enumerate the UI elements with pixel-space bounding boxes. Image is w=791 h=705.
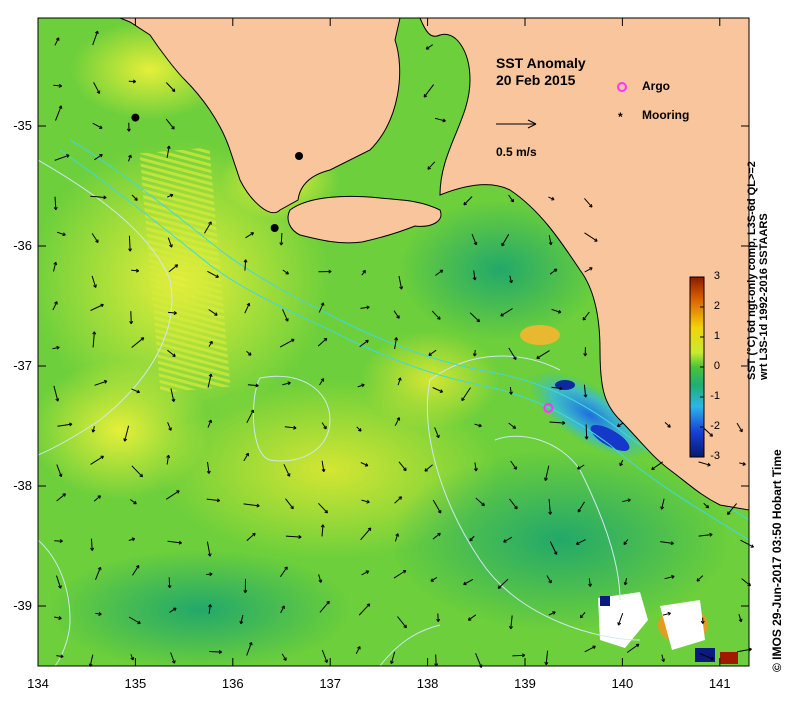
colorbar-tick-label: 1 — [706, 330, 720, 342]
colorbar-caption-line2: wrt L3S-1d 1992-2016 SSTAARS — [758, 213, 770, 380]
mooring-legend-marker: * — [618, 110, 623, 124]
vector-scale-label: 0.5 m/s — [496, 145, 537, 159]
y-tick-label: -37 — [0, 358, 32, 373]
y-tick-label: -35 — [0, 118, 32, 133]
argo-legend-label: Argo — [642, 79, 670, 93]
x-tick-label: 135 — [115, 676, 155, 691]
current-vector — [586, 424, 587, 439]
mooring-marker — [295, 152, 303, 160]
colorbar-tick-label: -2 — [706, 420, 720, 432]
no-data-region — [600, 596, 610, 606]
cool-anomaly-region — [50, 550, 350, 670]
current-vector — [436, 655, 437, 667]
current-vector — [281, 233, 282, 245]
x-tick-label: 140 — [602, 676, 642, 691]
map-date: 20 Feb 2015 — [496, 72, 575, 88]
map-plot: * — [0, 0, 791, 700]
x-tick-label: 139 — [505, 676, 545, 691]
credit-label: © IMOS 29-Jun-2017 03:50 Hobart Time — [770, 449, 784, 672]
y-tick-label: -38 — [0, 478, 32, 493]
coastal-warm-patch — [520, 325, 560, 345]
colorbar-tick-label: -3 — [706, 450, 720, 462]
x-tick-label: 136 — [213, 676, 253, 691]
colorbar-tick-label: 0 — [706, 360, 720, 372]
sst-anomaly-map-figure: * -35 -36 -37 -38 -39 134 135 136 137 138 139 140 1… — [0, 0, 791, 700]
current-vector — [209, 652, 221, 653]
colorbar-tick-label: 2 — [706, 300, 720, 312]
current-vector — [512, 655, 525, 656]
x-tick-label: 138 — [408, 676, 448, 691]
no-data-region — [720, 652, 738, 664]
colorbar-caption-line1: SST (°C) 6d ngt-only comp, L3S-6d QL>=2 — [746, 161, 758, 380]
x-tick-label: 134 — [18, 676, 58, 691]
y-tick-label: -36 — [0, 238, 32, 253]
map-title: SST Anomaly — [496, 55, 586, 71]
colorbar-tick-label: -1 — [706, 390, 720, 402]
mooring-marker — [131, 114, 139, 122]
x-tick-label: 141 — [700, 676, 740, 691]
y-tick-label: -39 — [0, 598, 32, 613]
current-vector — [131, 311, 132, 324]
mooring-marker — [271, 224, 279, 232]
mooring-legend-label: Mooring — [642, 108, 689, 122]
colorbar-tick-label: 3 — [706, 270, 720, 282]
x-tick-label: 137 — [310, 676, 350, 691]
